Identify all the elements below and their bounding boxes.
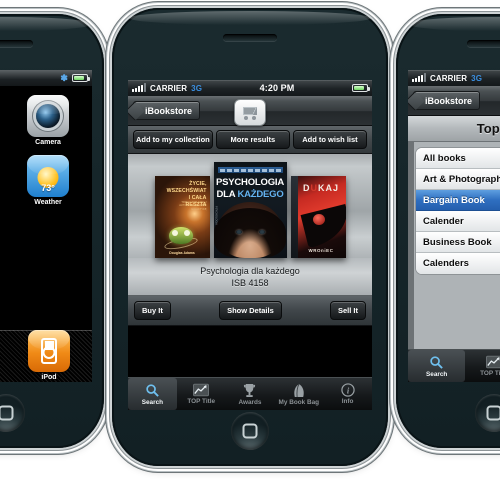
tab-bar: Search TOP Title Awa <box>408 349 500 382</box>
book-spine-text: PSYCHOLOGIA <box>214 206 218 225</box>
home-button[interactable] <box>475 394 500 432</box>
book-author: Douglas Adams <box>169 251 195 255</box>
sell-it-button[interactable]: Sell It <box>329 301 366 321</box>
tab-awards[interactable]: Awards <box>226 378 275 410</box>
tab-top-title[interactable]: TOP Title <box>177 378 226 410</box>
app-icon-camera[interactable]: Camera <box>8 95 88 146</box>
app-label: Camera <box>35 139 61 146</box>
earpiece-speaker <box>223 34 277 41</box>
camera-icon <box>27 95 69 137</box>
category-list: All books Art & Photograph Bargain Book … <box>408 142 500 349</box>
clock-label: 4:20 <box>486 73 500 83</box>
tab-label: TOP Title <box>187 398 216 405</box>
home-button[interactable] <box>231 412 269 450</box>
dock-item-ipod[interactable]: iPod <box>28 329 70 381</box>
left-phone: M ✽ <box>0 14 104 448</box>
battery-icon <box>72 74 90 82</box>
book-title-line1: PSYCHOLOGIA <box>215 177 284 188</box>
battery-icon <box>352 84 370 92</box>
svg-text:i: i <box>346 386 349 395</box>
tab-search[interactable]: Search <box>128 378 177 410</box>
tab-label: Info <box>341 398 354 405</box>
right-phone-screen: CARRIER 3G 4:20 iBookstore Top T <box>408 70 500 382</box>
bluetooth-icon: ✽ <box>60 72 68 83</box>
clock-label: 4:20 PM <box>259 83 295 93</box>
signal-bars-icon <box>132 83 146 92</box>
list-item[interactable]: Art & Photograph <box>416 169 500 190</box>
home-screen: M ✽ <box>0 70 92 382</box>
book-author: WROniEC <box>308 248 334 253</box>
back-button-ibookstore[interactable]: iBookstore <box>133 101 201 120</box>
list-item[interactable]: All books <box>416 148 500 169</box>
tab-top-title[interactable]: TOP Title <box>465 350 500 382</box>
app-icon-weather[interactable]: 73° Weather <box>8 155 88 206</box>
tab-search[interactable]: Search <box>408 350 466 382</box>
add-to-wish-list-button[interactable]: Add to wish list <box>292 130 368 149</box>
list-item-selected[interactable]: Bargain Book <box>416 190 500 211</box>
earpiece-speaker <box>467 40 500 47</box>
list-item[interactable]: Calenders <box>416 253 500 274</box>
list-group: All books Art & Photograph Bargain Book … <box>415 147 500 275</box>
more-results-button[interactable]: More results <box>215 130 290 149</box>
right-phone: CARRIER 3G 4:20 iBookstore Top T <box>396 14 500 448</box>
book-cover-right[interactable]: DUKAJ WROniEC <box>290 176 346 258</box>
page-title: Top T <box>408 116 500 142</box>
center-phone-screen: CARRIER 3G 4:20 PM iBookstore Add to my … <box>128 80 372 410</box>
shopping-cart-icon[interactable] <box>234 99 266 126</box>
tab-info[interactable]: i Info <box>323 378 372 410</box>
book-subtitle: TRZECI TOM CYKLU AUTOSTOPEM PRZEZ GALAKT… <box>179 201 207 211</box>
home-button[interactable] <box>0 394 25 432</box>
dock-label: iPod <box>41 373 57 381</box>
carrier-label: CARRIER <box>430 73 468 83</box>
navigation-bar: iBookstore <box>408 86 500 116</box>
tab-label: TOP Title <box>480 370 500 377</box>
signal-bars-icon <box>412 73 426 82</box>
left-phone-screen: M ✽ <box>0 70 92 382</box>
app-icon-photos[interactable]: Photos <box>0 95 4 146</box>
app-icon-maps[interactable]: 280 Maps <box>0 155 4 206</box>
left-status-bar: M ✽ <box>0 70 92 86</box>
weather-icon: 73° <box>27 155 69 197</box>
action-bar: Add to my collection More results Add to… <box>128 126 372 154</box>
book-shelf: ŻYCIE, WSZECHŚWIAT I CAŁA RESZTA TRZECI … <box>128 154 372 258</box>
network-type-label: 3G <box>471 73 483 83</box>
tab-label: Search <box>141 398 164 406</box>
book-title-line2: DLA KAŻDEGO <box>216 189 284 200</box>
carrier-label: CARRIER <box>150 83 188 93</box>
earpiece-speaker <box>0 40 33 47</box>
book-cover-left[interactable]: ŻYCIE, WSZECHŚWIAT I CAŁA RESZTA TRZECI … <box>154 176 210 258</box>
back-button-ibookstore[interactable]: iBookstore <box>413 91 481 110</box>
book-caption: Psychologia dla każdego ISB 4158 <box>128 258 372 297</box>
list-item[interactable]: Business Book <box>416 232 500 253</box>
network-type-label: 3G <box>191 83 203 93</box>
temperature-label: 73° <box>41 183 55 193</box>
book-cover-center[interactable]: PSYCHOLOGIA DLA KAŻDEGO PSYCHOLOGIA <box>213 162 287 258</box>
center-phone: CARRIER 3G 4:20 PM iBookstore Add to my … <box>112 8 388 466</box>
tab-my-book-bag[interactable]: My Book Bag <box>274 378 323 410</box>
tab-label: Search <box>426 370 448 378</box>
app-grid: Photos Camera 280 Maps <box>0 90 92 211</box>
selected-book-title: Psychologia dla każdego <box>200 266 300 276</box>
show-details-button[interactable]: Show Details <box>219 301 282 321</box>
tab-bar: Search TOP Title Awards My Book Bag i In… <box>128 377 372 410</box>
screenshot-stage: M ✽ <box>0 0 500 500</box>
ipod-icon <box>28 329 70 372</box>
buy-it-button[interactable]: Buy It <box>134 301 171 321</box>
add-to-collection-button[interactable]: Add to my collection <box>133 130 213 149</box>
book-title: DUKAJ <box>302 183 339 193</box>
right-status-bar: CARRIER 3G 4:20 <box>408 70 500 86</box>
dock: Safari iPod <box>0 329 92 382</box>
tab-label: Awards <box>238 398 262 406</box>
center-status-bar: CARRIER 3G 4:20 PM <box>128 80 372 96</box>
app-label: Weather <box>34 199 62 206</box>
navigation-bar: iBookstore <box>128 96 372 126</box>
book-banner <box>217 167 283 173</box>
buy-bar: Buy It Show Details Sell It <box>128 296 372 327</box>
list-item[interactable]: Calender <box>416 211 500 232</box>
tab-label: My Book Bag <box>278 398 320 406</box>
selected-book-isbn: ISB 4158 <box>231 278 269 289</box>
book-cover-carousel: ŻYCIE, WSZECHŚWIAT I CAŁA RESZTA TRZECI … <box>132 162 368 258</box>
